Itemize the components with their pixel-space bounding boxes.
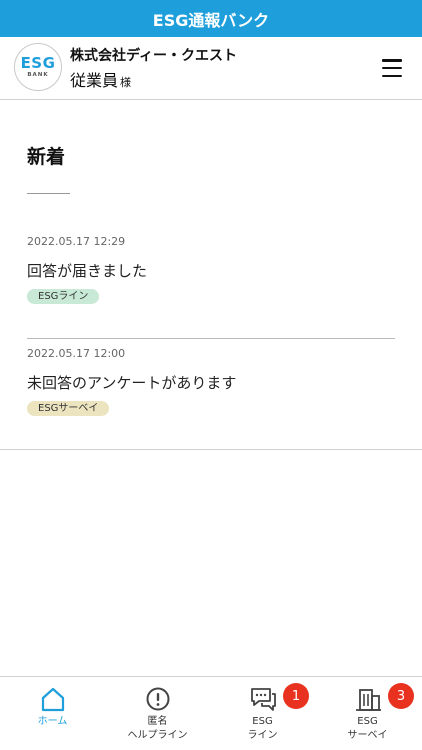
user-name-line: 従業員様 — [70, 67, 131, 91]
header: ESG BANK 株式会社ディー・クエスト 従業員様 — [0, 37, 422, 100]
category-tag: ESGサーベイ — [27, 401, 110, 416]
company-name: 株式会社ディー・クエスト — [70, 48, 238, 64]
page-title: 新着 — [27, 146, 66, 168]
title-divider — [27, 193, 70, 194]
nav-esg-line[interactable]: 1 ESG ライン — [210, 677, 315, 750]
news-text[interactable]: 回答が届きました — [27, 260, 395, 282]
list-end-divider — [0, 449, 422, 450]
user-name: 従業員 — [70, 71, 119, 90]
news-item[interactable]: 2022.05.17 12:29 回答が届きました ESGライン — [27, 234, 395, 304]
chat-bubbles-icon — [250, 688, 276, 711]
news-date: 2022.05.17 12:00 — [27, 347, 126, 360]
news-date: 2022.05.17 12:29 — [27, 235, 126, 248]
building-icon — [355, 689, 381, 711]
news-divider — [27, 338, 395, 339]
hamburger-menu-icon[interactable] — [382, 59, 402, 77]
nav-label: ESG サーベイ — [347, 716, 388, 741]
nav-esg-survey[interactable]: 3 ESG サーベイ — [315, 677, 420, 750]
nav-home[interactable]: ホーム — [0, 677, 105, 750]
app-title: ESG通報バンク — [152, 10, 270, 30]
user-honorific: 様 — [120, 76, 132, 89]
unread-badge: 3 — [388, 683, 414, 709]
logo-sub-text: BANK — [27, 71, 49, 78]
logo-main-text: ESG — [20, 53, 56, 72]
news-item[interactable]: 2022.05.17 12:00 未回答のアンケートがあります ESGサーベイ — [27, 346, 395, 416]
nav-label: 匿名 ヘルプライン — [127, 716, 188, 741]
nav-label: ESG ライン — [247, 716, 278, 741]
nav-label: ホーム — [37, 716, 68, 727]
category-tag: ESGライン — [27, 289, 100, 304]
nav-anonymous-helpline[interactable]: 匿名 ヘルプライン — [105, 677, 210, 750]
home-icon — [41, 687, 64, 712]
exclamation-circle-icon — [146, 687, 169, 711]
bottom-nav: ホーム 匿名 ヘルプライン 1 ESG ライン 3 ESG サーベイ — [0, 676, 422, 750]
news-text[interactable]: 未回答のアンケートがあります — [27, 372, 395, 394]
app-title-bar: ESG通報バンク — [0, 0, 422, 37]
esg-bank-logo: ESG BANK — [14, 43, 62, 91]
unread-badge: 1 — [283, 683, 309, 709]
